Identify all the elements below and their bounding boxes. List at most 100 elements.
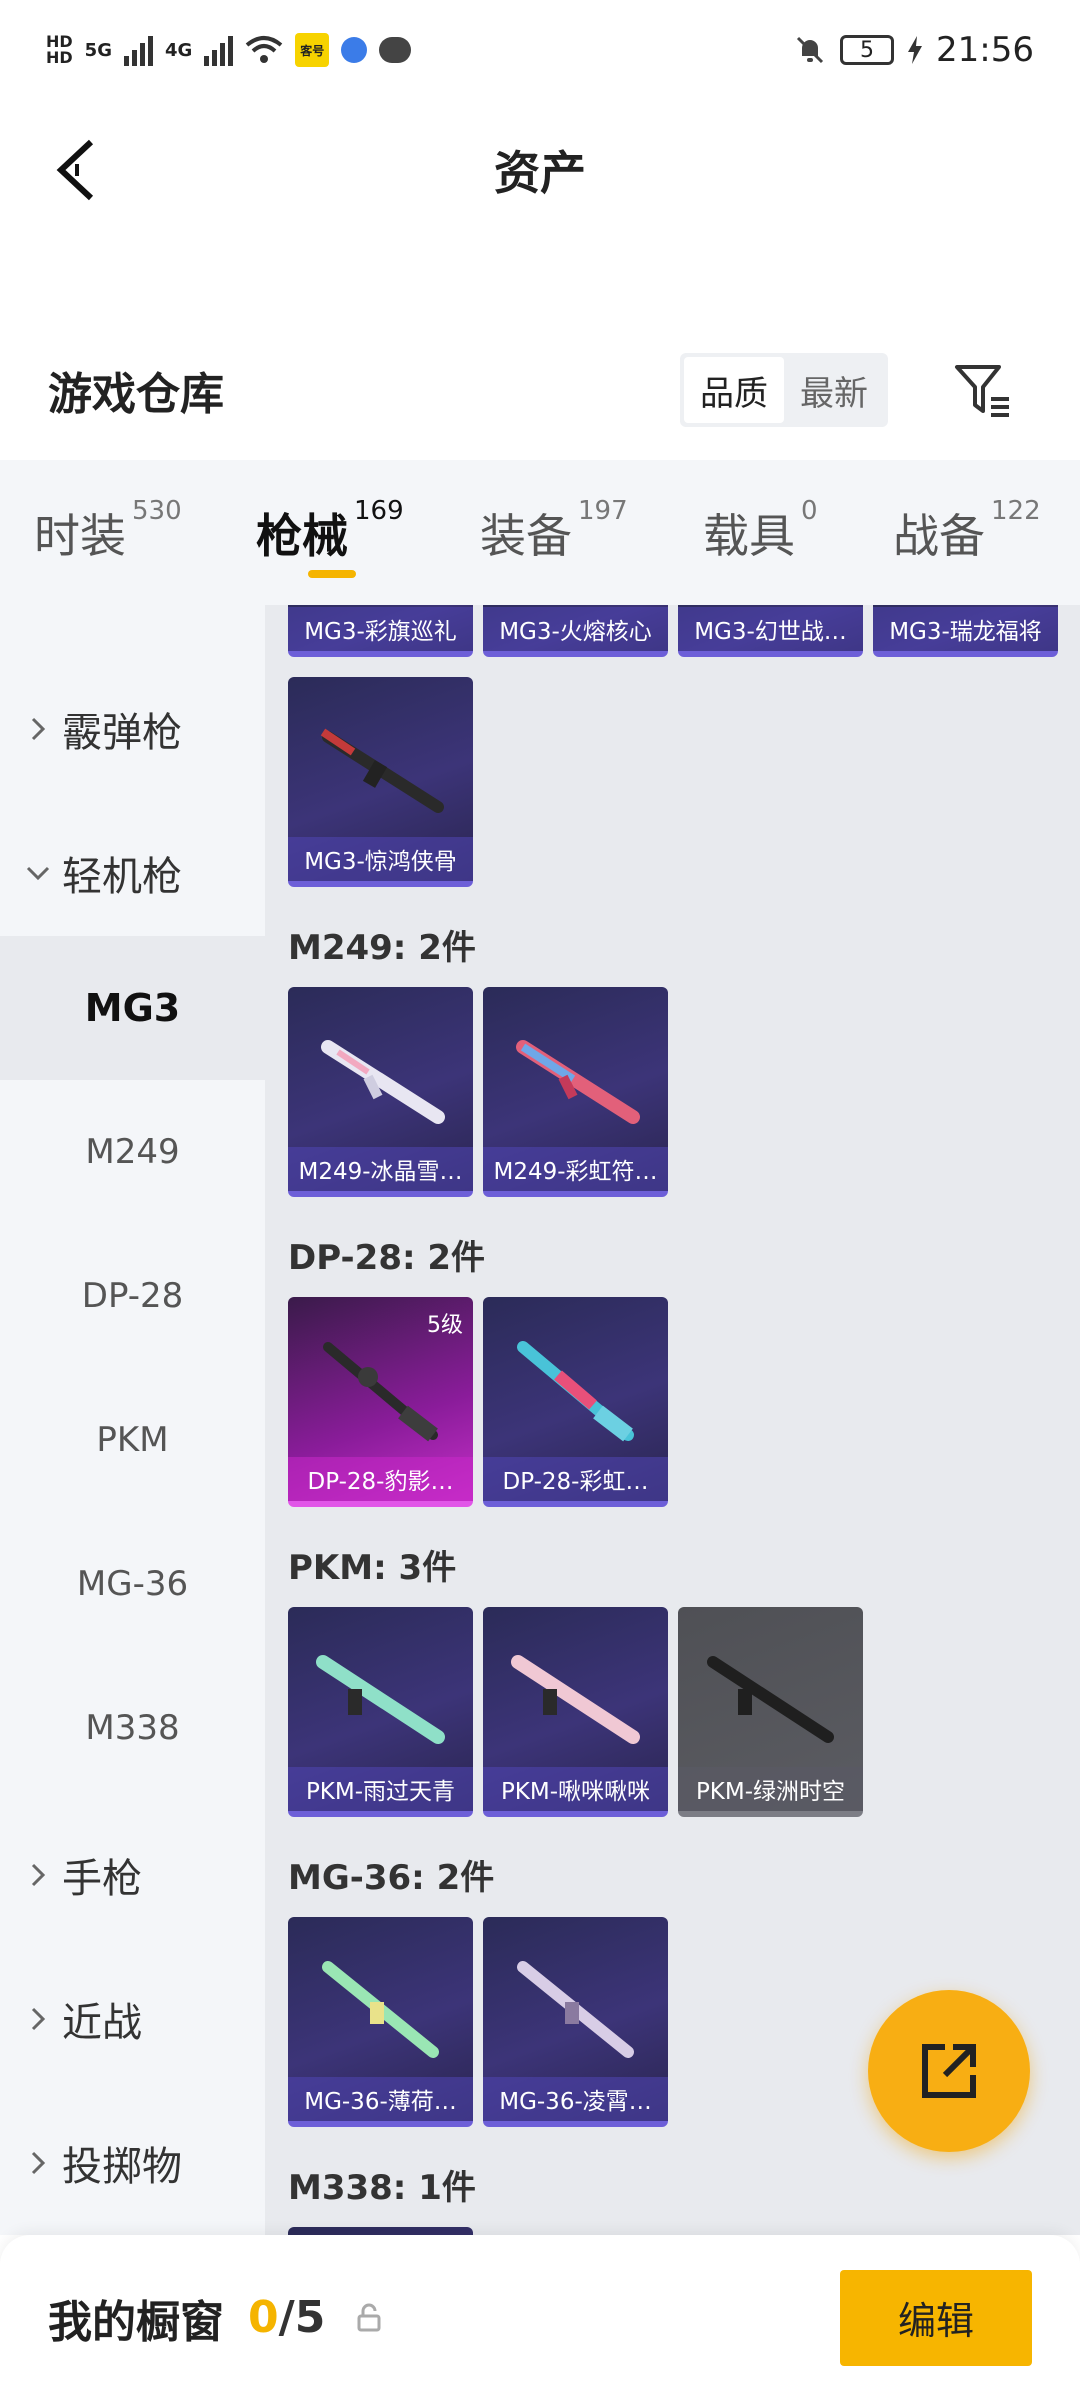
- skin-name: PKM-雨过天青: [288, 1767, 473, 1811]
- machine-gun-image: [321, 1040, 445, 1124]
- status-bar: HD HD 5G 4G 客号 5 21:56: [0, 0, 1080, 100]
- tab-active-indicator: [308, 570, 356, 578]
- tab-label: 装备: [480, 509, 572, 563]
- category-label: 霰弹枪: [62, 710, 182, 756]
- skin-card[interactable]: 5级 DP-28-豹影…: [288, 1297, 473, 1507]
- hd-indicator: HD HD: [46, 34, 73, 66]
- signal-4g-icon: [204, 34, 234, 66]
- category-label: 投掷物: [62, 2144, 182, 2190]
- skin-name: M249-彩虹符…: [483, 1147, 668, 1191]
- filter-button[interactable]: [948, 355, 1018, 425]
- subcategory-pkm[interactable]: PKM: [0, 1368, 265, 1512]
- skin-card[interactable]: MG3-火熔核心: [483, 605, 668, 657]
- section-title-dp28: DP-28: 2件: [288, 1238, 486, 1278]
- lock-icon: [357, 2303, 381, 2331]
- showcase-bar: 我的橱窗 0/5 编辑: [0, 2235, 1080, 2400]
- skin-name: PKM-绿洲时空: [678, 1767, 863, 1811]
- showcase-label: 我的橱窗: [48, 2296, 224, 2348]
- category-pistol[interactable]: 手枪: [0, 1803, 265, 1947]
- skin-name: MG3-幻世战…: [678, 607, 863, 651]
- tab-fashion[interactable]: 时装 530: [34, 496, 182, 566]
- battery-indicator: 5: [840, 35, 895, 65]
- machine-gun-image: [511, 1655, 640, 1744]
- machine-gun-image: [517, 1341, 634, 1442]
- tab-vehicles[interactable]: 载具 0: [703, 496, 818, 566]
- signal-5g-icon: [123, 34, 153, 66]
- skin-name: MG3-惊鸿侠骨: [288, 837, 473, 881]
- tab-count: 0: [801, 496, 818, 526]
- share-icon: [922, 2044, 976, 2098]
- warehouse-bar: 游戏仓库 品质 最新: [0, 330, 1080, 450]
- skin-name: MG-36-薄荷…: [288, 2077, 473, 2121]
- tab-count: 530: [132, 496, 182, 526]
- skin-card[interactable]: MG-36-凌霄…: [483, 1917, 668, 2127]
- chevron-down-icon: [20, 865, 56, 881]
- category-melee[interactable]: 近战: [0, 1947, 265, 2091]
- showcase-current: 0: [248, 2292, 279, 2343]
- category-shotgun[interactable]: 霰弹枪: [0, 657, 265, 801]
- skin-name: MG3-瑞龙福将: [873, 607, 1058, 651]
- showcase-total: /5: [278, 2292, 326, 2343]
- subcategory-mg3[interactable]: MG3: [0, 936, 265, 1080]
- skin-name: M249-冰晶雪…: [288, 1147, 473, 1191]
- skin-card[interactable]: MG3-瑞龙福将: [873, 605, 1058, 657]
- tab-label: 载具: [703, 509, 795, 563]
- skin-card[interactable]: DP-28-彩虹…: [483, 1297, 668, 1507]
- skin-card[interactable]: PKM-雨过天青: [288, 1607, 473, 1817]
- skin-card[interactable]: M249-冰晶雪…: [288, 987, 473, 1197]
- tab-supplies[interactable]: 战备 122: [893, 496, 1041, 566]
- tab-guns[interactable]: 枪械 169: [256, 496, 404, 578]
- skin-card[interactable]: PKM-啾咪啾咪: [483, 1607, 668, 1817]
- skin-name: MG3-火熔核心: [483, 607, 668, 651]
- share-button[interactable]: [868, 1990, 1030, 2152]
- sort-toggle: 品质 最新: [680, 353, 888, 427]
- machine-gun-image: [323, 1342, 438, 1442]
- skin-name: PKM-啾咪啾咪: [483, 1767, 668, 1811]
- skin-card[interactable]: MG3-惊鸿侠骨: [288, 677, 473, 887]
- subcategory-m338[interactable]: M338: [0, 1656, 265, 1800]
- skin-card[interactable]: MG3-幻世战…: [678, 605, 863, 657]
- weapon-category-sidebar: 霰弹枪 轻机枪 MG3 M249 DP-28 PKM MG-36 M338 手枪…: [0, 605, 265, 2235]
- tab-equipment[interactable]: 装备 197: [480, 496, 628, 566]
- subcategory-m249[interactable]: M249: [0, 1080, 265, 1224]
- sort-newest-button[interactable]: 最新: [784, 357, 884, 423]
- edit-button[interactable]: 编辑: [840, 2269, 1032, 2366]
- chevron-right-icon: [20, 716, 56, 742]
- skin-name: DP-28-豹影…: [288, 1457, 473, 1501]
- tab-count: 122: [991, 496, 1041, 526]
- chevron-right-icon: [20, 1862, 56, 1888]
- skin-card[interactable]: PKM-绿洲时空: [678, 1607, 863, 1817]
- category-throwable[interactable]: 投掷物: [0, 2091, 265, 2235]
- sort-quality-button[interactable]: 品质: [684, 357, 784, 423]
- machine-gun-image: [707, 1656, 834, 1743]
- category-lmg[interactable]: 轻机枪: [0, 801, 265, 945]
- skin-card[interactable]: M249-彩虹符…: [483, 987, 668, 1197]
- status-right: 5 21:56: [794, 30, 1034, 70]
- skin-name: MG3-彩旗巡礼: [288, 607, 473, 651]
- subcategory-mg36[interactable]: MG-36: [0, 1512, 265, 1656]
- back-button[interactable]: [40, 130, 110, 210]
- clock: 21:56: [936, 30, 1034, 70]
- machine-gun-image: [516, 1040, 640, 1124]
- hd-label-2: HD: [46, 48, 73, 67]
- page-header: 资产: [0, 100, 1080, 240]
- charging-icon: [908, 36, 923, 64]
- section-title-pkm: PKM: 3件: [288, 1548, 457, 1588]
- skin-card[interactable]: MG-36-薄荷…: [288, 1917, 473, 2127]
- tab-label: 战备: [893, 509, 985, 563]
- skin-card[interactable]: [288, 2227, 473, 2235]
- category-label: 近战: [62, 2000, 142, 2046]
- skin-name: DP-28-彩虹…: [483, 1457, 668, 1501]
- warehouse-title: 游戏仓库: [48, 369, 224, 420]
- tab-label: 枪械: [256, 509, 348, 563]
- mute-bell-icon: [796, 36, 824, 64]
- category-tabs: 时装 530 枪械 169 装备 197 载具 0 战备 122: [0, 460, 1080, 605]
- subcategory-dp28[interactable]: DP-28: [0, 1224, 265, 1368]
- section-title-m249: M249: 2件: [288, 928, 476, 968]
- showcase-count: 0/5: [248, 2292, 325, 2343]
- machine-gun-image: [517, 1961, 634, 2058]
- section-title-mg36: MG-36: 2件: [288, 1858, 495, 1898]
- skin-card[interactable]: MG3-彩旗巡礼: [288, 605, 473, 657]
- network-4g-label: 4G: [164, 39, 193, 61]
- app-notification-icon: 客号: [295, 33, 330, 67]
